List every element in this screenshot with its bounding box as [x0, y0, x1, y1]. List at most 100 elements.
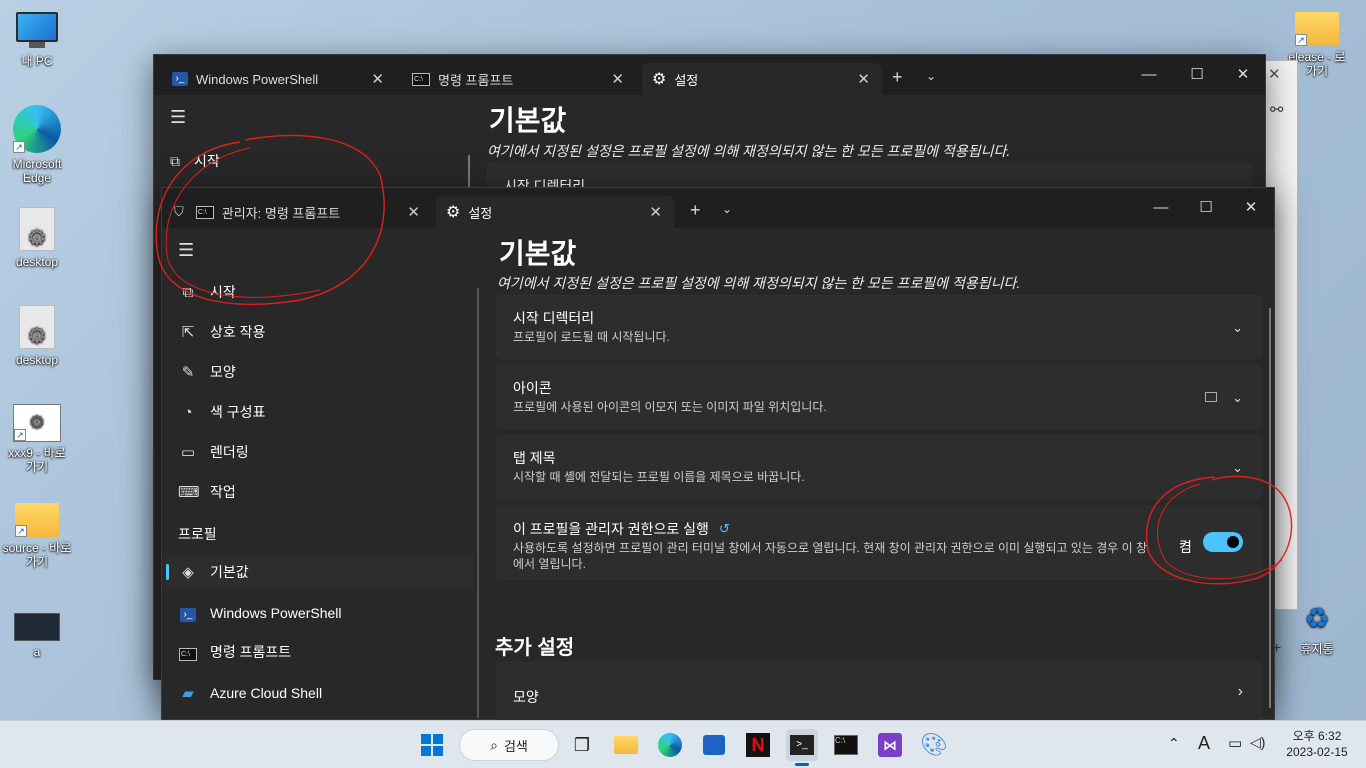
toggle-knob — [1227, 536, 1239, 548]
minimize-button[interactable]: — — [1126, 55, 1172, 95]
chevron-down-icon[interactable]: ⌄ — [722, 202, 732, 216]
close-icon[interactable]: ✕ — [1268, 65, 1281, 83]
nav-item-rendering[interactable]: ▭ 렌더링 — [166, 433, 474, 471]
monitor-icon: ▭ — [180, 444, 196, 461]
clock[interactable]: 오후 6:32 2023-02-15 — [1282, 728, 1352, 760]
card-appearance[interactable]: 모양 › — [496, 662, 1262, 722]
tab-powershell[interactable]: ›_ Windows PowerShell ✕ — [162, 63, 396, 95]
close-icon[interactable]: ✕ — [611, 70, 624, 88]
azure-icon: ▰ — [182, 685, 194, 702]
maximize-button[interactable]: ☐ — [1183, 188, 1229, 228]
card-title: 이 프로필을 관리자 권한으로 실행 — [513, 521, 709, 537]
tab-settings[interactable]: ⚙ 설정 ✕ — [436, 196, 674, 228]
windows-icon — [421, 734, 443, 756]
toggle-state-label: 켬 — [1179, 539, 1192, 555]
volume-icon[interactable]: ◁) — [1250, 734, 1265, 751]
nav-item-cmd[interactable]: C:\ 명령 프롬프트 — [166, 633, 474, 671]
edge-icon[interactable] — [654, 729, 686, 761]
settings-file-icon: ⚙ — [19, 305, 55, 349]
minimize-button[interactable]: — — [1138, 188, 1184, 228]
hamburger-icon[interactable]: ☰ — [178, 240, 194, 261]
store-icon[interactable] — [698, 729, 730, 761]
nav-item-start[interactable]: ⧉ 시작 — [170, 151, 220, 171]
taskbar: ⌕ 검색 ❐ N >_ C:\ ⋈ 🎨︎ ⌃ A ▭ ◁) 오후 6:32 20… — [0, 720, 1366, 768]
settings-file-icon: ⚙ — [19, 207, 55, 251]
terminal-icon[interactable]: >_ — [786, 729, 818, 761]
chevron-down-icon[interactable]: ⌄ — [926, 69, 936, 83]
network-icon[interactable]: ▭ — [1228, 734, 1242, 752]
tab-bar: ›_ Windows PowerShell ✕ C:\ 명령 프롬프트 ✕ ⚙ … — [154, 55, 1265, 95]
search-box[interactable]: ⌕ 검색 — [459, 729, 559, 761]
visual-studio-icon[interactable]: ⋈ — [874, 729, 906, 761]
tray-chevron-up-icon[interactable]: ⌃ — [1168, 735, 1180, 752]
nav-label: 시작 — [210, 284, 236, 300]
new-tab-button[interactable]: + — [892, 67, 903, 88]
tab-label: 명령 프롬프트 — [438, 72, 514, 88]
close-icon[interactable]: ✕ — [857, 70, 870, 88]
nav-item-start[interactable]: ⧉ 시작 — [166, 273, 474, 311]
tab-label: 설정 — [674, 72, 699, 88]
tab-cmd[interactable]: C:\ 명령 프롬프트 ✕ — [402, 63, 636, 95]
file-explorer-icon[interactable] — [610, 729, 642, 761]
close-icon[interactable]: ✕ — [649, 203, 662, 221]
nav-item-defaults[interactable]: ◈ 기본값 — [166, 553, 474, 591]
keyboard-icon: ⌨ — [178, 484, 200, 501]
hamburger-icon[interactable]: ☰ — [170, 107, 186, 128]
tab-admin-cmd[interactable]: ⛉ C:\ 관리자: 명령 프롬프트 ✕ — [162, 196, 432, 228]
card-title: 시작 디렉터리 — [513, 310, 595, 326]
link-icon[interactable]: ⚯ — [1270, 100, 1283, 120]
cmd-icon[interactable]: C:\ — [830, 729, 862, 761]
nav-item-interaction[interactable]: ⇱ 상호 작용 — [166, 313, 474, 351]
nav-item-color-schemes[interactable]: ◔ 색 구성표 — [166, 393, 474, 431]
desktop-icon-desktop-2[interactable]: ⚙ desktop — [2, 305, 72, 367]
page-description: 여기에서 지정된 설정은 프로필 설정에 의해 재정의되지 않는 한 모든 프로… — [497, 275, 1021, 291]
desktop-icon-xxx9[interactable]: ⚙ ↗ xxx9 - 바로 가기 — [2, 404, 72, 474]
task-view-icon[interactable]: ❐ — [566, 729, 598, 761]
chevron-down-icon[interactable]: ⌄ — [1232, 320, 1243, 336]
close-icon[interactable]: ✕ — [407, 203, 420, 221]
card-run-as-admin[interactable]: 이 프로필을 관리자 권한으로 실행 ↺ 사용하도록 설정하면 프로필이 관리 … — [496, 506, 1262, 580]
powershell-icon: ›_ — [178, 604, 198, 622]
card-icon[interactable]: 아이콘 프로필에 사용된 아이콘의 이모지 또는 이미지 파일 위치입니다. ⌄ — [496, 365, 1262, 429]
nav-scrollbar[interactable] — [477, 288, 479, 718]
chevron-right-icon[interactable]: › — [1238, 683, 1243, 701]
desktop-icon-label: xxx9 - 바로 가기 — [8, 446, 66, 474]
page-title: 기본값 — [499, 238, 577, 269]
gear-icon: ⚙ — [652, 71, 667, 88]
chevron-down-icon[interactable]: ⌄ — [1232, 390, 1243, 406]
nav-item-azure[interactable]: ▰ Azure Cloud Shell — [166, 674, 474, 712]
desktop-icon-label: a — [33, 645, 41, 659]
nav-item-appearance[interactable]: ✎ 모양 — [166, 353, 474, 391]
nav-item-powershell[interactable]: ›_ Windows PowerShell — [166, 594, 474, 632]
chevron-down-icon[interactable]: ⌄ — [1232, 460, 1243, 476]
paint-icon[interactable]: 🎨︎ — [918, 729, 950, 761]
desktop-icon-edge[interactable]: ↗ Microsoft Edge — [2, 105, 72, 185]
card-tab-title[interactable]: 탭 제목 시작할 때 셸에 전달되는 프로필 이름을 제목으로 바꿉니다. ⌄ — [496, 435, 1262, 499]
reset-icon[interactable]: ↺ — [719, 521, 730, 537]
close-button[interactable]: ✕ — [1220, 55, 1266, 95]
close-icon[interactable]: ✕ — [371, 70, 384, 88]
card-start-directory[interactable]: 시작 디렉터리 프로필이 로드될 때 시작됩니다. ⌄ — [496, 295, 1262, 359]
run-as-admin-toggle[interactable] — [1203, 532, 1243, 552]
maximize-button[interactable]: ☐ — [1174, 55, 1220, 95]
start-button[interactable] — [416, 729, 448, 761]
tab-settings[interactable]: ⚙ 설정 ✕ — [642, 63, 882, 95]
content-scrollbar[interactable] — [1269, 308, 1271, 708]
netflix-icon[interactable]: N — [742, 729, 774, 761]
desktop-icon-desktop-1[interactable]: ⚙ desktop — [2, 207, 72, 269]
ime-indicator[interactable]: A — [1198, 733, 1210, 754]
desktop-icon-label: 내 PC — [21, 54, 53, 68]
nav-item-actions[interactable]: ⌨ 작업 — [166, 473, 474, 511]
nav-label: Windows PowerShell — [210, 605, 342, 621]
desktop-icon-source[interactable]: ↗ source - 바로 가기 — [2, 503, 72, 569]
cmd-icon — [1205, 392, 1217, 402]
card-subtitle: 사용하도록 설정하면 프로필이 관리 터미널 창에서 자동으로 열립니다. 현재… — [513, 541, 1148, 571]
close-button[interactable]: ✕ — [1228, 188, 1274, 228]
desktop-icon-this-pc[interactable]: 내 PC — [2, 12, 72, 68]
desktop-icon-a[interactable]: a — [2, 613, 72, 659]
new-tab-button[interactable]: + — [690, 200, 701, 221]
nav-label: 작업 — [210, 484, 236, 500]
edge-icon: ↗ — [13, 105, 61, 153]
desktop-icon-label: desktop — [15, 353, 59, 367]
desktop-icon-label: Microsoft Edge — [12, 157, 62, 185]
